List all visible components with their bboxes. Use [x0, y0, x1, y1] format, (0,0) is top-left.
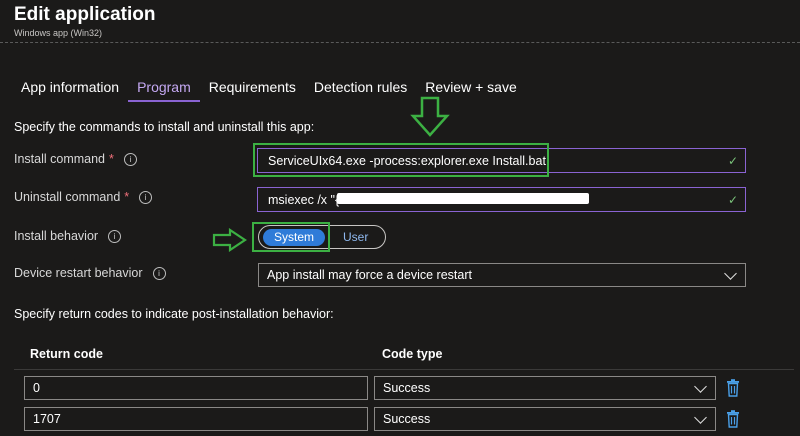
restart-behavior-label: Device restart behavior i — [14, 266, 166, 280]
return-code-value: 0 — [33, 381, 40, 395]
tab-detection-rules[interactable]: Detection rules — [305, 76, 416, 100]
code-type-dropdown[interactable]: Success — [374, 407, 716, 431]
arrow-annotation-right — [212, 228, 247, 252]
info-icon[interactable]: i — [139, 190, 153, 204]
chevron-down-icon — [694, 411, 707, 424]
uninstall-command-label-text: Uninstall command — [14, 190, 121, 204]
return-code-input[interactable]: 1707 — [24, 407, 368, 431]
info-icon[interactable]: i — [152, 266, 166, 280]
install-behavior-user-option[interactable]: User — [343, 230, 368, 244]
checkmark-icon: ✓ — [727, 192, 738, 207]
arrow-annotation-down — [410, 96, 450, 137]
required-marker: * — [124, 190, 130, 204]
page-title: Edit application — [14, 4, 156, 25]
annotation-highlight-install — [253, 143, 549, 177]
chevron-down-icon — [694, 380, 707, 393]
tab-program[interactable]: Program — [128, 76, 200, 102]
return-codes-intro: Specify return codes to indicate post-in… — [14, 307, 334, 321]
required-marker: * — [109, 152, 114, 166]
trash-icon[interactable] — [726, 410, 740, 428]
commands-intro: Specify the commands to install and unin… — [14, 120, 315, 134]
table-header-divider — [14, 369, 794, 370]
restart-behavior-dropdown[interactable]: App install may force a device restart — [258, 263, 746, 287]
return-code-value: 1707 — [33, 412, 61, 426]
redaction-mask — [337, 193, 589, 204]
column-header-return-code: Return code — [30, 347, 103, 361]
restart-behavior-value: App install may force a device restart — [267, 268, 472, 282]
uninstall-command-value: msiexec /x "{ — [268, 192, 340, 207]
install-behavior-label: Install behavior i — [14, 229, 122, 243]
code-type-dropdown[interactable]: Success — [374, 376, 716, 400]
install-behavior-label-text: Install behavior — [14, 229, 99, 243]
tab-app-information[interactable]: App information — [12, 76, 128, 100]
info-icon[interactable]: i — [108, 229, 122, 243]
restart-behavior-label-text: Device restart behavior — [14, 266, 143, 280]
checkmark-icon: ✓ — [727, 153, 738, 168]
info-icon[interactable]: i — [123, 152, 137, 166]
annotation-highlight-system — [252, 222, 330, 252]
page-subtitle: Windows app (Win32) — [14, 28, 103, 38]
install-command-label-text: Install command — [14, 152, 106, 166]
code-type-value: Success — [383, 412, 431, 426]
chevron-down-icon — [724, 267, 737, 280]
uninstall-command-label: Uninstall command * i — [14, 190, 153, 204]
return-code-input[interactable]: 0 — [24, 376, 368, 400]
column-header-code-type: Code type — [382, 347, 443, 361]
trash-icon[interactable] — [726, 379, 740, 397]
header-divider — [0, 42, 800, 43]
install-command-label: Install command * i — [14, 152, 137, 166]
tab-requirements[interactable]: Requirements — [200, 76, 305, 100]
code-type-value: Success — [383, 381, 431, 395]
